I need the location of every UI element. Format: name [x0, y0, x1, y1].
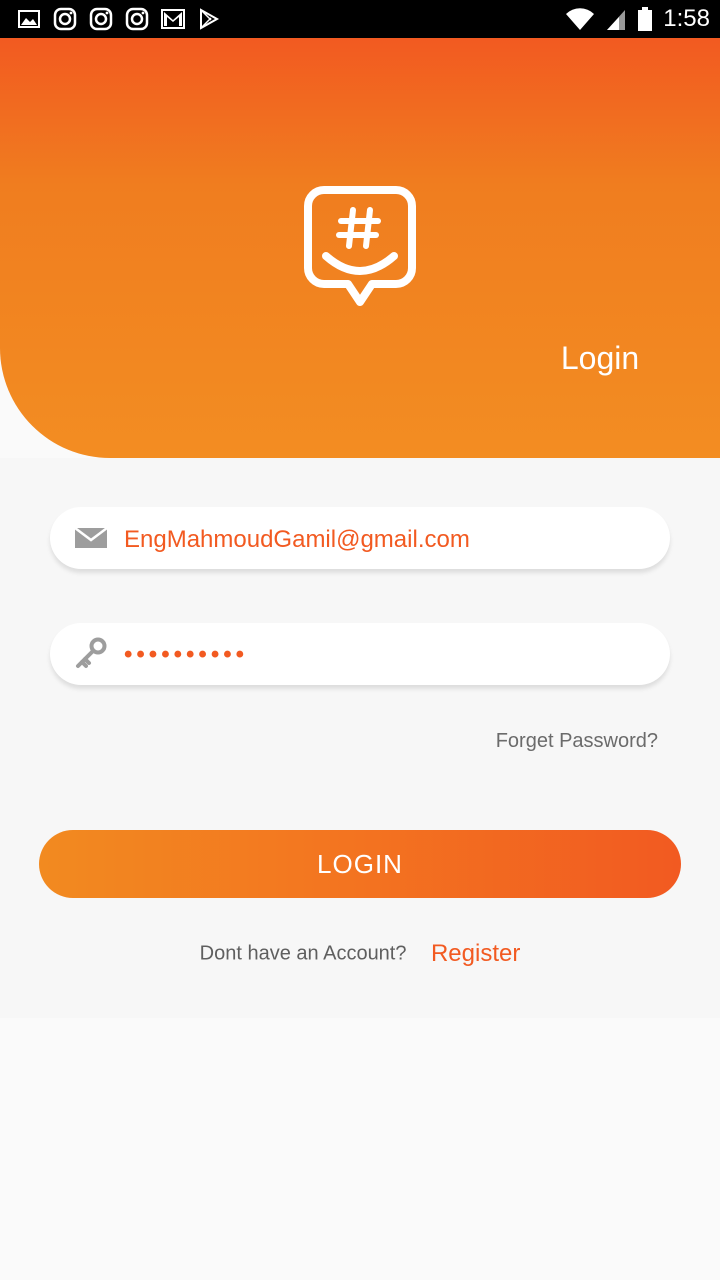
login-header: Login: [0, 38, 720, 458]
register-row: Dont have an Account? Register: [0, 940, 720, 968]
play-store-icon: [196, 6, 222, 32]
email-field[interactable]: EngMahmoudGamil@gmail.com: [50, 507, 670, 569]
mail-icon: [74, 527, 108, 548]
battery-icon: [638, 7, 653, 31]
gmail-icon: [160, 6, 186, 32]
register-prompt: Dont have an Account?: [199, 942, 407, 965]
instagram-icon: [124, 6, 150, 32]
status-bar: 1:58: [0, 0, 720, 38]
wifi-icon: [566, 8, 595, 30]
key-icon: [76, 637, 107, 668]
clock: 1:58: [663, 5, 710, 32]
system-status: 1:58: [565, 0, 710, 38]
password-field[interactable]: ••••••••••: [50, 623, 670, 685]
instagram-icon: [88, 6, 114, 32]
login-button[interactable]: LOGIN: [39, 830, 681, 898]
password-value: ••••••••••: [124, 641, 249, 668]
email-value: EngMahmoudGamil@gmail.com: [124, 526, 470, 553]
notification-icons: [16, 6, 222, 32]
chat-hashtag-logo-icon: [304, 186, 416, 306]
register-link[interactable]: Register: [431, 940, 520, 967]
forget-password-link[interactable]: Forget Password?: [496, 730, 658, 753]
page-title: Login: [560, 340, 640, 376]
image-icon: [16, 6, 42, 32]
signal-icon: [607, 10, 626, 30]
instagram-icon: [52, 6, 78, 32]
